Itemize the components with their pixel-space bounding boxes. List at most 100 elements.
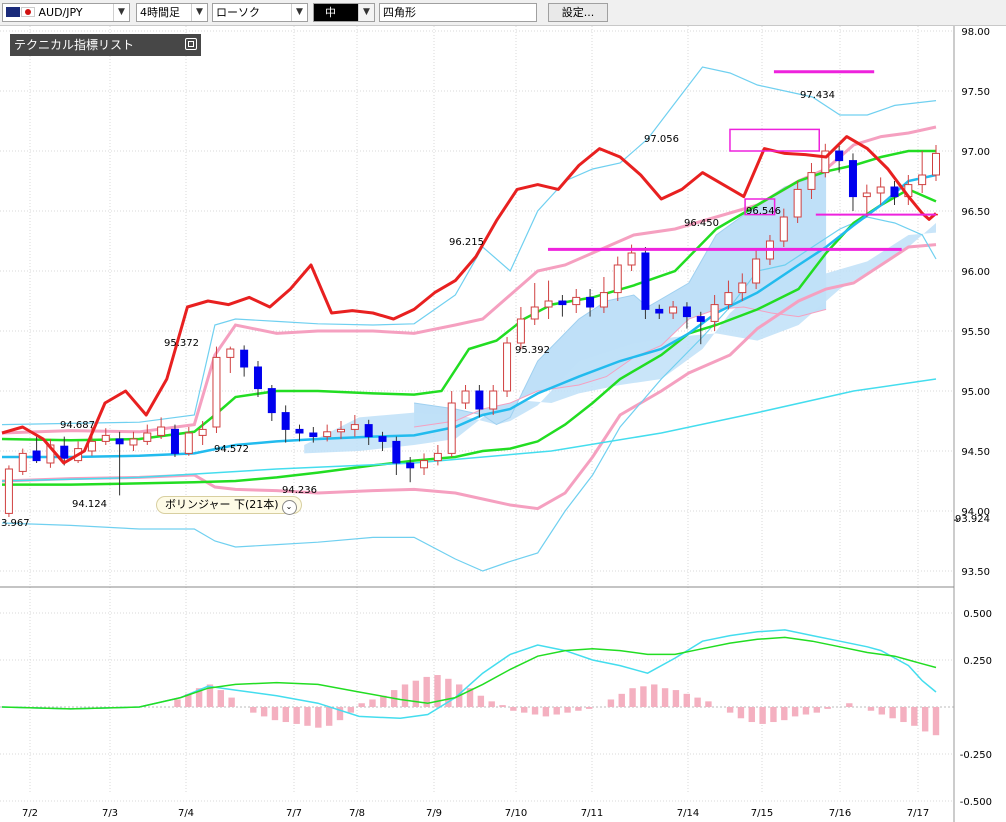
histogram-bar	[499, 705, 506, 707]
candle-bull	[530, 306, 539, 320]
candle-bear	[364, 424, 373, 438]
histogram-bar	[293, 707, 300, 724]
histogram-bar	[412, 680, 420, 707]
price-annotation: 95.372	[164, 338, 199, 349]
bollinger-badge-label: ボリンジャー 下(21本)	[165, 498, 279, 511]
size-select[interactable]: 中 ▼	[313, 3, 375, 22]
candle-bear	[848, 160, 857, 198]
candle-bear	[240, 349, 249, 368]
bollinger-badge[interactable]: ボリンジャー 下(21本) ⌄	[156, 496, 302, 515]
histogram-bar	[553, 707, 560, 715]
y-tick-label: 93.50	[961, 567, 990, 578]
candle-bull	[544, 300, 553, 308]
histogram-bar	[304, 707, 311, 726]
x-tick-label: 7/11	[581, 808, 603, 819]
candle-bear	[378, 436, 387, 442]
candle-bull	[447, 402, 456, 454]
candle-bear	[655, 308, 664, 314]
x-tick-label: 7/8	[349, 808, 365, 819]
candle-bear	[267, 388, 276, 414]
histogram-bar	[726, 707, 734, 713]
x-tick-label: 7/9	[426, 808, 442, 819]
histogram-bar	[802, 707, 810, 715]
chevron-double-down-icon[interactable]: ⌄	[281, 500, 297, 515]
candle-bull	[420, 460, 429, 469]
osc-tick-label: -0.250	[960, 750, 992, 761]
chart-style-label: ローソク	[216, 6, 260, 19]
indicator-list-panel[interactable]: テクニカル指標リスト	[10, 34, 201, 56]
candle-bear	[392, 440, 401, 464]
y-tick-label: 97.50	[961, 87, 990, 98]
candle-bear	[115, 438, 124, 445]
drawing-tool-label: 四角形	[383, 6, 416, 19]
symbol-label: AUD/JPY	[38, 6, 83, 19]
candle-bull	[198, 428, 207, 436]
price-annotation: 3.967	[1, 518, 30, 529]
candles	[4, 143, 940, 517]
histogram-bar	[651, 684, 658, 707]
x-tick-label: 7/7	[286, 808, 302, 819]
price-annotation: 94.687	[60, 420, 95, 431]
candle-bull	[503, 342, 512, 392]
candle-bull	[101, 434, 110, 442]
price-annotation: 94.572	[214, 444, 249, 455]
histogram-bar	[510, 707, 517, 711]
settings-button[interactable]: 設定...	[548, 3, 608, 22]
candle-bull	[613, 264, 622, 294]
candle-bull	[876, 186, 885, 194]
candle-bull	[4, 468, 13, 514]
indicator-list-title: テクニカル指標リスト	[14, 38, 135, 52]
drawing-tool-select[interactable]: 四角形	[379, 3, 537, 22]
histogram-bar	[672, 690, 680, 707]
candle-bear	[281, 412, 290, 430]
histogram-bar	[618, 693, 625, 707]
y-tick-label: 97.00	[961, 147, 990, 158]
price-annotation: 94.236	[282, 485, 317, 496]
histogram-bar	[867, 707, 875, 711]
symbol-select[interactable]: AUD/JPY ▼	[2, 3, 130, 22]
x-tick-label: 7/2	[22, 808, 38, 819]
toolbar: AUD/JPY ▼ 4時間足 ▼ ローソク ▼ 中 ▼ 四角形 設定...	[0, 0, 1006, 26]
histogram-bar	[521, 707, 528, 713]
candle-bull	[433, 452, 442, 462]
histogram-bar	[217, 690, 224, 707]
x-tick-label: 7/17	[907, 808, 929, 819]
histogram-bar	[900, 707, 907, 723]
price-annotation: 96.450	[684, 218, 719, 229]
x-tick-label: 7/14	[677, 808, 699, 819]
histogram-bar	[347, 707, 355, 713]
x-tick-label: 7/15	[751, 808, 773, 819]
candle-bull	[18, 452, 27, 472]
chart-style-select[interactable]: ローソク ▼	[212, 3, 308, 22]
candle-bear	[682, 306, 691, 318]
histogram-bar	[791, 707, 799, 717]
histogram-bar	[260, 707, 268, 717]
histogram-bar	[770, 707, 777, 723]
x-tick-label: 7/3	[102, 808, 118, 819]
osc-tick-label: -0.500	[960, 797, 992, 808]
timeframe-label: 4時間足	[140, 6, 180, 19]
candle-bear	[696, 316, 705, 322]
histogram-bar	[781, 707, 788, 721]
histogram-bar	[824, 707, 831, 709]
y-tick-label: 94.50	[961, 447, 990, 458]
histogram-bar	[477, 695, 485, 707]
chevron-down-icon: ▼	[191, 4, 207, 21]
restore-icon[interactable]	[185, 38, 197, 50]
histogram-bar	[846, 703, 853, 707]
osc-tick-label: 0.250	[963, 656, 992, 667]
candle-bull	[807, 172, 816, 190]
candle-bull	[793, 188, 802, 218]
candle-bull	[489, 390, 498, 410]
candle-bull	[143, 432, 152, 442]
candle-bull	[627, 252, 636, 266]
candle-bear	[60, 445, 69, 459]
x-tick-label: 7/4	[178, 808, 194, 819]
y-tick-label: 96.00	[961, 267, 990, 278]
histogram-bar	[174, 699, 181, 707]
price-chart[interactable]: 98.00 97.50 97.00 96.50 96.00 95.50 95.00 94.50…	[0, 26, 1006, 822]
candle-bear	[406, 462, 415, 469]
candle-bull	[710, 304, 719, 322]
candle-bull	[918, 174, 927, 186]
timeframe-select[interactable]: 4時間足 ▼	[136, 3, 208, 22]
